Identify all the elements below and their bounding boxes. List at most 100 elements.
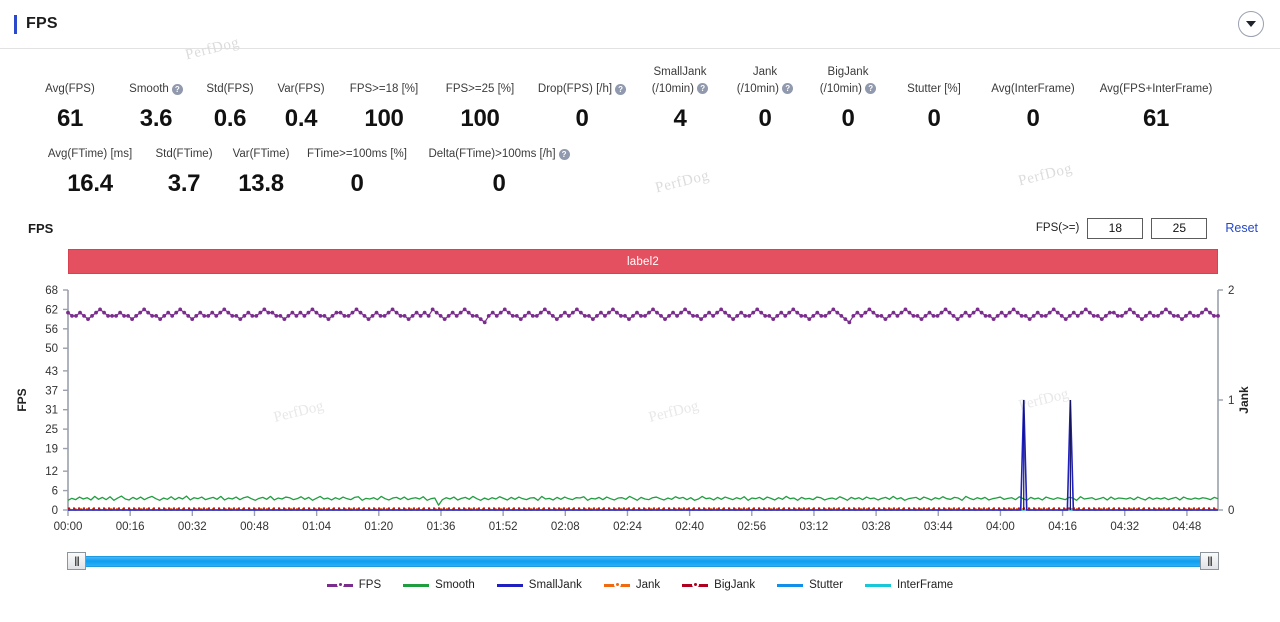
legend-swatch-icon: [326, 580, 353, 590]
legend-label: Jank: [635, 579, 661, 591]
stat-value: 0: [758, 105, 772, 132]
y2-tick-label: 1: [1228, 395, 1234, 407]
stat-label: Avg(InterFrame): [991, 82, 1075, 96]
stat-value: 100: [460, 105, 500, 132]
stat-label-text: BigJank: [827, 66, 869, 78]
reset-button[interactable]: Reset: [1225, 221, 1258, 235]
y-axis-left: 0 6 12 19 25 31 37 43 50 56 62 68 FPS: [15, 285, 68, 517]
legend-label: SmallJank: [528, 579, 582, 591]
x-tick-label: 03:44: [924, 521, 953, 533]
fps-threshold-label: FPS(>=): [1035, 222, 1080, 234]
stat-cell: FPS>=25 [%] 100: [432, 82, 528, 133]
legend-label: Smooth: [435, 579, 475, 591]
stat-value: 13.8: [238, 170, 284, 197]
x-tick-label: 01:36: [427, 521, 456, 533]
stat-value: 4: [673, 105, 687, 132]
help-icon[interactable]: ?: [615, 83, 627, 95]
stat-label-text: FTime>=100ms [%]: [307, 148, 407, 160]
x-tick-label: 02:40: [675, 521, 704, 533]
legend-item-stutter[interactable]: Stutter: [777, 579, 843, 591]
stat-label-text: Avg(FTime) [ms]: [47, 148, 133, 160]
stat-label: Avg(FTime) [ms]: [48, 147, 132, 161]
stat-row-primary: Avg(FPS) 61 Smooth? 3.6 Std(FPS) 0.6 Var(FPS) 0…: [0, 65, 1280, 133]
stat-label-text: Var(FTime): [232, 148, 290, 160]
stat-label-text: FPS>=18 [%]: [349, 83, 419, 95]
plot-area[interactable]: PerfDog PerfDog PerfDog 0 6 12 19 25 31 37 43 50 56 6…: [0, 282, 1280, 550]
y-tick-label: 68: [45, 285, 58, 297]
stat-cell: FPS>=18 [%] 100: [336, 82, 432, 133]
y-tick-label: 31: [45, 405, 58, 417]
y-tick-label: 0: [52, 505, 58, 517]
stat-cell: Avg(FTime) [ms] 16.4: [34, 147, 146, 198]
help-icon[interactable]: ?: [865, 83, 877, 95]
y-tick-label: 50: [45, 343, 58, 355]
stat-value: 16.4: [67, 170, 113, 197]
stat-label: Stutter [%]: [907, 82, 961, 96]
stat-cell: Delta(FTime)>100ms [/h]? 0: [414, 147, 584, 198]
stat-label-subtext-value: (/10min): [819, 83, 862, 95]
scene-label-text: label2: [627, 255, 659, 268]
x-tick-label: 01:04: [302, 521, 331, 533]
stat-label-subtext: (/10min) ?: [806, 82, 890, 96]
stat-cell: SmallJank (/10min) ? 4: [636, 65, 724, 133]
stat-cell: Std(FTime) 3.7: [146, 147, 222, 198]
stat-label: SmallJank (/10min) ?: [636, 65, 724, 96]
stat-cell: Var(FPS) 0.4: [266, 82, 336, 133]
legend-label: InterFrame: [896, 579, 954, 591]
y-tick-label: 12: [45, 466, 58, 478]
stat-cell: Avg(InterFrame) 0: [978, 82, 1088, 133]
x-tick-label: 03:28: [862, 521, 891, 533]
x-tick-label: 04:00: [986, 521, 1015, 533]
y-tick-label: 43: [45, 366, 58, 378]
y-tick-label: 56: [45, 324, 58, 336]
x-axis: 00:00 00:16 00:32 00:48 01:04 01:20 01:36 01:52…: [54, 510, 1202, 533]
legend-item-jank[interactable]: Jank: [603, 579, 661, 591]
fps-threshold-high-input[interactable]: [1151, 217, 1208, 239]
range-handle-left[interactable]: |||: [67, 552, 86, 570]
stat-cell: Drop(FPS) [/h]? 0: [528, 82, 636, 133]
stat-label-subtext-value: (/10min): [651, 83, 694, 95]
chevron-down-icon: [1246, 21, 1256, 27]
stat-value: 0: [927, 105, 941, 132]
scene-label-bar[interactable]: label2: [68, 249, 1218, 274]
stat-cell: BigJank (/10min) ? 0: [806, 65, 890, 133]
series-smooth: [67, 495, 1219, 506]
help-icon[interactable]: ?: [782, 83, 794, 95]
help-icon[interactable]: ?: [697, 83, 709, 95]
range-handle-right[interactable]: |||: [1200, 552, 1219, 570]
legend-item-fps[interactable]: FPS: [326, 579, 382, 591]
panel-header: FPS: [0, 0, 1280, 48]
page-title: FPS: [26, 15, 58, 32]
stat-label-subtext-value: (/10min): [736, 83, 779, 95]
collapse-panel-button[interactable]: [1238, 11, 1264, 37]
help-icon[interactable]: ?: [171, 83, 183, 95]
legend-label: FPS: [358, 579, 382, 591]
fps-threshold-low-input[interactable]: [1087, 217, 1144, 239]
stat-value: 100: [364, 105, 404, 132]
legend-item-interframe[interactable]: InterFrame: [864, 579, 954, 591]
time-range-slider[interactable]: ||| |||: [67, 552, 1219, 570]
series-smalljank: [68, 399, 1218, 511]
chart-legend: FPS Smooth SmallJank Jank BigJank Stutter Inte…: [0, 579, 1280, 591]
legend-swatch-icon: [496, 580, 523, 590]
stat-label-text: Delta(FTime)>100ms [/h]: [428, 148, 556, 160]
stat-label-text: Std(FPS): [206, 83, 254, 95]
x-tick-label: 00:32: [178, 521, 207, 533]
stat-cell: Var(FTime) 13.8: [222, 147, 300, 198]
stat-label: Std(FPS): [206, 82, 253, 96]
stat-label: Smooth?: [129, 82, 183, 96]
legend-item-smooth[interactable]: Smooth: [403, 579, 475, 591]
stat-label-text: Avg(FPS+InterFrame): [1099, 83, 1213, 95]
range-track[interactable]: [68, 556, 1218, 567]
stat-label-text: SmallJank: [653, 66, 707, 78]
legend-item-bigjank[interactable]: BigJank: [682, 579, 755, 591]
stat-label: Var(FPS): [277, 82, 324, 96]
help-icon[interactable]: ?: [558, 148, 570, 160]
x-tick-label: 04:48: [1173, 521, 1202, 533]
fps-plot-svg[interactable]: PerfDog PerfDog PerfDog0612192531374350566…: [0, 282, 1280, 550]
stat-cell: Smooth? 3.6: [118, 82, 194, 133]
stat-label-text: Var(FPS): [277, 83, 325, 95]
legend-item-smalljank[interactable]: SmallJank: [496, 579, 582, 591]
stat-label: Drop(FPS) [/h]?: [538, 82, 627, 96]
legend-label: Stutter: [809, 579, 843, 591]
